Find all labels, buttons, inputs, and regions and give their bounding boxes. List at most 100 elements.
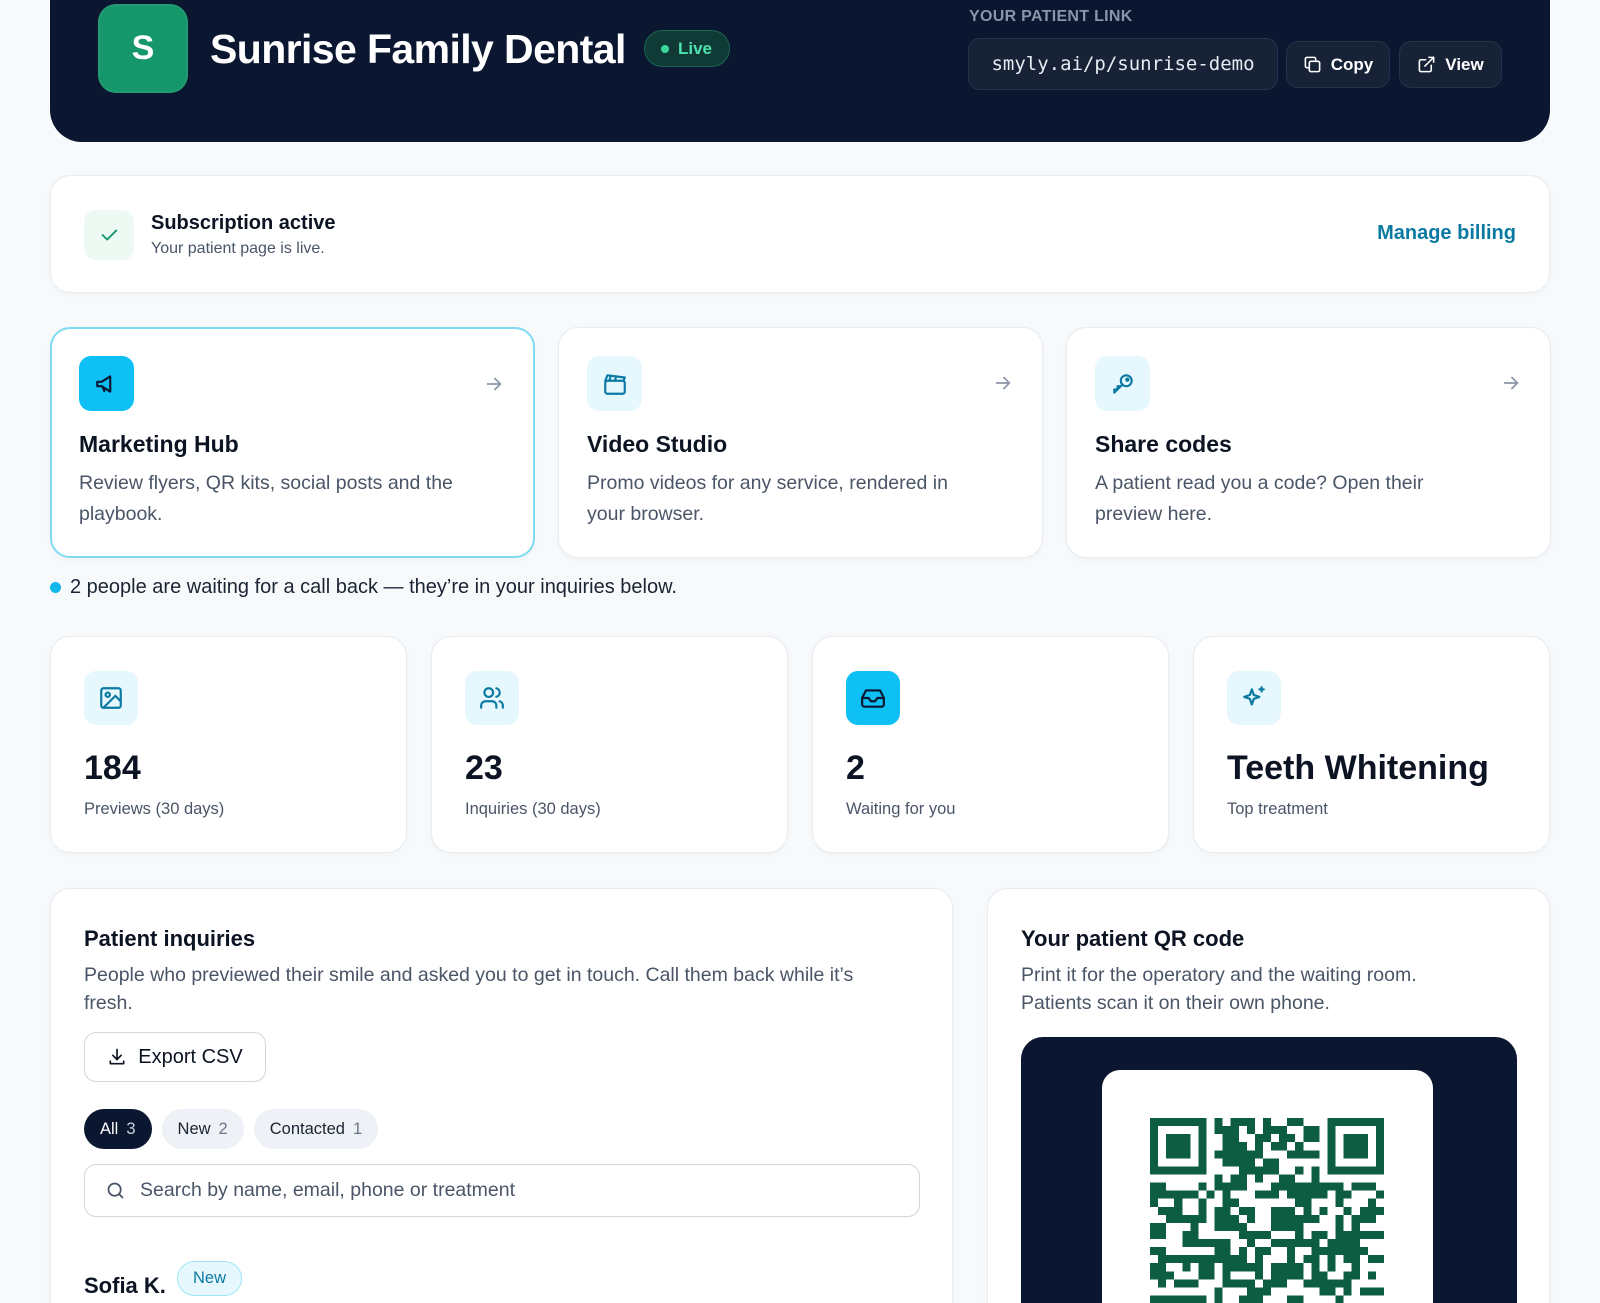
- qr-module: [1287, 1239, 1296, 1248]
- qr-module: [1254, 1190, 1263, 1199]
- stat-card-previews: 184 Previews (30 days): [50, 636, 407, 853]
- notice-dot-icon: [50, 582, 61, 593]
- feature-title: Marketing Hub: [79, 431, 239, 457]
- qr-module: [1295, 1142, 1304, 1151]
- qr-code-image[interactable]: [1150, 1118, 1384, 1303]
- qr-module: [1375, 1190, 1384, 1199]
- qr-module: [1238, 1230, 1247, 1240]
- qr-module: [1271, 1142, 1280, 1151]
- qr-module: [1271, 1126, 1280, 1135]
- qr-module: [1150, 1222, 1159, 1231]
- qr-module: [1254, 1134, 1263, 1143]
- qr-module: [1287, 1174, 1296, 1183]
- marketing-hub-card[interactable]: Marketing Hub Review flyers, QR kits, so…: [50, 327, 535, 558]
- qr-module: [1279, 1271, 1288, 1280]
- qr-module: [1222, 1206, 1231, 1215]
- qr-module: [1150, 1230, 1159, 1240]
- stat-value: Teeth Whitening: [1227, 749, 1489, 787]
- qr-module: [1254, 1174, 1263, 1183]
- qr-module: [1311, 1279, 1320, 1288]
- qr-module: [1198, 1214, 1207, 1223]
- patient-link-field[interactable]: smyly.ai/p/sunrise-demo: [968, 38, 1278, 90]
- patient-qr-card: Your patient QR code Print it for the op…: [987, 888, 1550, 1303]
- qr-module: [1287, 1182, 1296, 1191]
- qr-module: [1254, 1166, 1263, 1175]
- qr-module: [1303, 1255, 1312, 1264]
- qr-module: [1246, 1126, 1255, 1135]
- qr-module: [1158, 1279, 1167, 1288]
- qr-module: [1262, 1158, 1272, 1167]
- qr-module: [1319, 1279, 1328, 1288]
- qr-module: [1287, 1206, 1296, 1215]
- qr-module: [1262, 1118, 1272, 1127]
- feature-description: A patient read you a code? Open their pr…: [1095, 472, 1424, 525]
- qr-module: [1311, 1174, 1320, 1183]
- qr-module: [1367, 1230, 1376, 1240]
- qr-module: [1190, 1239, 1199, 1248]
- qr-module: [1254, 1255, 1263, 1264]
- qr-module: [1311, 1182, 1320, 1191]
- clinic-name: Sunrise Family Dental: [210, 26, 626, 72]
- manage-billing-link[interactable]: Manage billing: [1377, 222, 1516, 245]
- filter-label: All: [100, 1119, 119, 1138]
- stat-value: 2: [846, 749, 865, 787]
- qr-module: [1158, 1190, 1167, 1199]
- qr-module: [1375, 1206, 1384, 1215]
- inquiry-name[interactable]: Sofia K.: [84, 1273, 166, 1299]
- export-csv-button[interactable]: Export CSV: [84, 1032, 266, 1082]
- qr-module: [1174, 1214, 1183, 1223]
- qr-module: [1158, 1255, 1167, 1264]
- qr-module: [1166, 1255, 1175, 1264]
- qr-module: [1367, 1271, 1376, 1280]
- qr-module: [1375, 1255, 1384, 1264]
- qr-title: Your patient QR code: [1021, 926, 1245, 951]
- qr-module: [1166, 1206, 1175, 1215]
- qr-module: [1351, 1230, 1360, 1240]
- qr-module: [1230, 1174, 1239, 1183]
- qr-module: [1311, 1271, 1320, 1280]
- share-codes-card[interactable]: Share codes A patient read you a code? O…: [1066, 327, 1551, 558]
- qr-module: [1287, 1222, 1296, 1231]
- patient-link-label: YOUR PATIENT LINK: [969, 8, 1133, 25]
- qr-module: [1287, 1150, 1296, 1159]
- filter-contacted[interactable]: Contacted 1: [253, 1109, 379, 1149]
- qr-module: [1351, 1239, 1360, 1248]
- live-status-label: Live: [678, 38, 713, 58]
- qr-module: [1190, 1230, 1199, 1240]
- qr-module: [1222, 1255, 1231, 1264]
- qr-module: [1214, 1150, 1223, 1159]
- qr-module: [1230, 1198, 1239, 1207]
- copy-link-button[interactable]: Copy: [1286, 41, 1390, 88]
- qr-module: [1335, 1222, 1344, 1231]
- qr-module: [1182, 1190, 1191, 1199]
- qr-module: [1367, 1287, 1376, 1296]
- inquiry-filters: All 3 New 2 Contacted 1: [84, 1109, 379, 1149]
- qr-module: [1343, 1279, 1352, 1288]
- qr-module: [1222, 1222, 1231, 1231]
- qr-module: [1287, 1295, 1296, 1303]
- qr-module: [1311, 1150, 1320, 1159]
- qr-module: [1190, 1214, 1199, 1223]
- qr-module: [1271, 1263, 1280, 1272]
- view-page-button[interactable]: View: [1399, 41, 1502, 88]
- app-header: S Sunrise Family Dental Live YOUR PATIEN…: [50, 0, 1550, 142]
- filter-all[interactable]: All 3: [84, 1109, 152, 1149]
- qr-module: [1230, 1182, 1239, 1191]
- filter-count: 1: [352, 1119, 363, 1138]
- qr-module: [1238, 1158, 1247, 1167]
- qr-module: [1279, 1263, 1288, 1272]
- stat-card-waiting: 2 Waiting for you: [812, 636, 1169, 853]
- qr-module: [1295, 1222, 1304, 1231]
- qr-module: [1279, 1239, 1288, 1248]
- stat-label: Inquiries (30 days): [465, 800, 601, 818]
- search-input[interactable]: [140, 1179, 900, 1202]
- qr-module: [1295, 1295, 1304, 1303]
- qr-module: [1335, 1279, 1344, 1288]
- stat-card-inquiries: 23 Inquiries (30 days): [431, 636, 788, 853]
- video-studio-card[interactable]: Video Studio Promo videos for any servic…: [558, 327, 1043, 558]
- qr-module: [1230, 1134, 1239, 1143]
- qr-module: [1222, 1142, 1231, 1151]
- qr-module: [1335, 1190, 1344, 1199]
- qr-module: [1246, 1239, 1255, 1248]
- filter-new[interactable]: New 2: [161, 1109, 244, 1149]
